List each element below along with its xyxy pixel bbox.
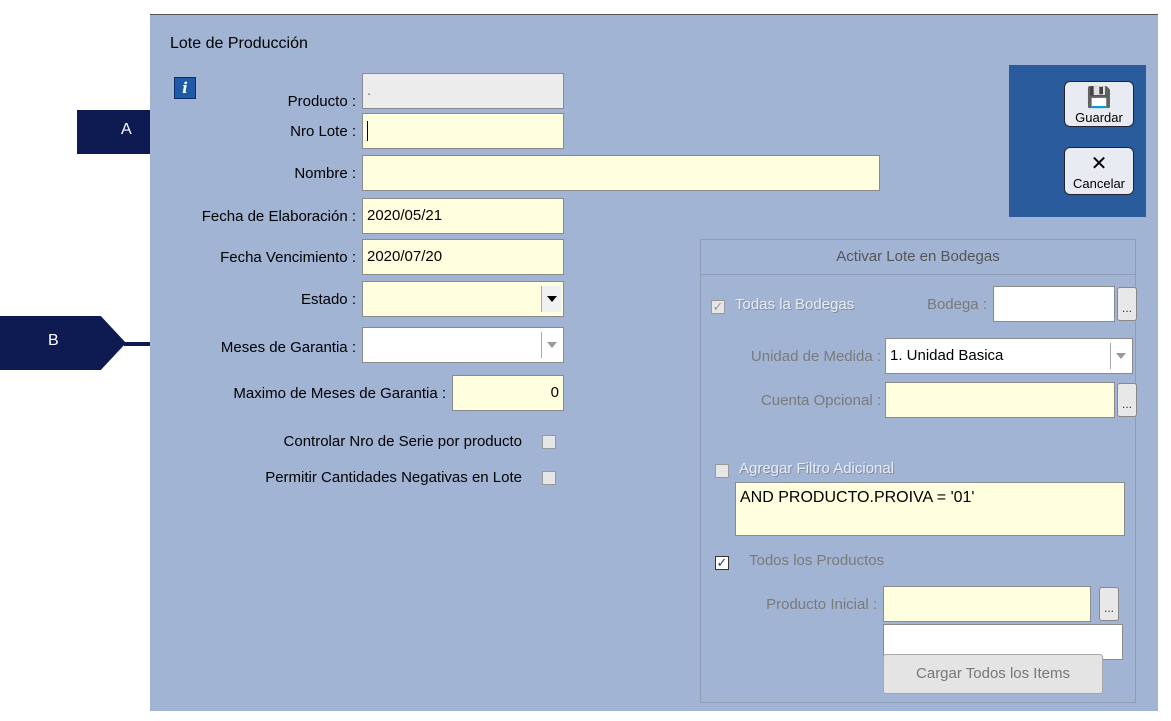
producto-value: . bbox=[367, 82, 372, 99]
estado-select[interactable] bbox=[362, 281, 564, 317]
cancel-button-label: Cancelar bbox=[1072, 176, 1126, 191]
fecha-vencimiento-value: 2020/07/20 bbox=[367, 248, 443, 265]
annotation-callout-b: B bbox=[0, 316, 126, 370]
annotation-a-label: A bbox=[121, 121, 132, 138]
save-button-label: Guardar bbox=[1075, 110, 1123, 125]
fecha-vencimiento-label: Fecha Vencimiento : bbox=[220, 249, 356, 266]
todos-productos-checkbox[interactable]: ✓ bbox=[715, 556, 729, 570]
nombre-label: Nombre : bbox=[294, 165, 356, 182]
fecha-elaboracion-value: 2020/05/21 bbox=[367, 207, 443, 224]
window-title: Lote de Producción bbox=[170, 35, 308, 52]
estado-label: Estado : bbox=[300, 291, 356, 308]
nro-lote-field[interactable] bbox=[362, 113, 564, 149]
meses-garantia-label: Meses de Garantia : bbox=[220, 339, 356, 356]
agregar-filtro-label: Agregar Filtro Adicional bbox=[739, 460, 895, 477]
activar-lote-bodegas-panel: Activar Lote en Bodegas ✓ Todas la Bodeg… bbox=[700, 239, 1137, 703]
producto-inicial-browse-button[interactable]: ... bbox=[1099, 587, 1119, 621]
meses-garantia-select[interactable] bbox=[362, 327, 564, 363]
bodega-field[interactable] bbox=[993, 286, 1115, 322]
producto-inicial-field[interactable] bbox=[883, 586, 1091, 622]
close-icon: ✕ bbox=[1090, 153, 1108, 175]
cuenta-opcional-label: Cuenta Opcional : bbox=[760, 392, 881, 409]
chevron-down-icon[interactable] bbox=[541, 286, 561, 312]
text-caret bbox=[367, 121, 368, 142]
panel-title: Activar Lote en Bodegas bbox=[701, 240, 1135, 275]
action-toolbar: 💾 Guardar ✕ Cancelar bbox=[1009, 65, 1146, 217]
producto-label: Producto : bbox=[287, 93, 356, 110]
fecha-elaboracion-field[interactable]: 2020/05/21 bbox=[362, 198, 564, 234]
bodega-label: Bodega : bbox=[926, 296, 987, 313]
fecha-elaboracion-label: Fecha de Elaboración : bbox=[201, 208, 356, 225]
agregar-filtro-checkbox[interactable] bbox=[715, 464, 729, 478]
cuenta-opcional-field[interactable] bbox=[885, 382, 1115, 418]
unidad-medida-select[interactable]: 1. Unidad Basica bbox=[885, 338, 1133, 374]
info-icon[interactable]: i bbox=[174, 77, 196, 99]
max-meses-garantia-label: Maximo de Meses de Garantia : bbox=[233, 385, 446, 402]
permitir-negativas-checkbox[interactable] bbox=[542, 471, 556, 485]
bodega-browse-button[interactable]: ... bbox=[1117, 287, 1137, 321]
permitir-negativas-label: Permitir Cantidades Negativas en Lote bbox=[265, 469, 522, 486]
producto-inicial-label: Producto Inicial : bbox=[766, 596, 877, 613]
save-button[interactable]: 💾 Guardar bbox=[1064, 81, 1134, 127]
unidad-medida-label: Unidad de Medida : bbox=[750, 348, 881, 365]
cuenta-browse-button[interactable]: ... bbox=[1117, 383, 1137, 417]
todos-productos-label: Todos los Productos bbox=[749, 552, 885, 569]
todas-bodegas-label: Todas la Bodegas bbox=[735, 296, 855, 313]
max-meses-garantia-field[interactable]: 0 bbox=[452, 375, 564, 411]
chevron-down-icon[interactable] bbox=[1110, 343, 1130, 369]
cargar-todos-items-button[interactable]: Cargar Todos los Items bbox=[883, 654, 1103, 694]
fecha-vencimiento-field[interactable]: 2020/07/20 bbox=[362, 239, 564, 275]
nombre-field[interactable] bbox=[362, 155, 880, 191]
max-meses-garantia-value: 0 bbox=[550, 384, 559, 401]
lote-produccion-window: Lote de Producción i Producto : . Nro Lo… bbox=[150, 14, 1158, 711]
controlar-serie-label: Controlar Nro de Serie por producto bbox=[283, 433, 522, 450]
todas-bodegas-checkbox[interactable]: ✓ bbox=[711, 300, 725, 314]
controlar-serie-checkbox[interactable] bbox=[542, 435, 556, 449]
filtro-value: AND PRODUCTO.PROIVA = '01' bbox=[740, 489, 975, 506]
cancel-button[interactable]: ✕ Cancelar bbox=[1064, 147, 1134, 195]
floppy-disk-icon: 💾 bbox=[1086, 87, 1112, 109]
filtro-textarea[interactable]: AND PRODUCTO.PROIVA = '01' bbox=[735, 482, 1125, 536]
nro-lote-label: Nro Lote : bbox=[290, 123, 356, 140]
annotation-b-label: B bbox=[48, 332, 59, 349]
unidad-medida-value: 1. Unidad Basica bbox=[890, 347, 1004, 364]
chevron-down-icon[interactable] bbox=[541, 332, 561, 358]
producto-field[interactable]: . bbox=[362, 73, 564, 109]
